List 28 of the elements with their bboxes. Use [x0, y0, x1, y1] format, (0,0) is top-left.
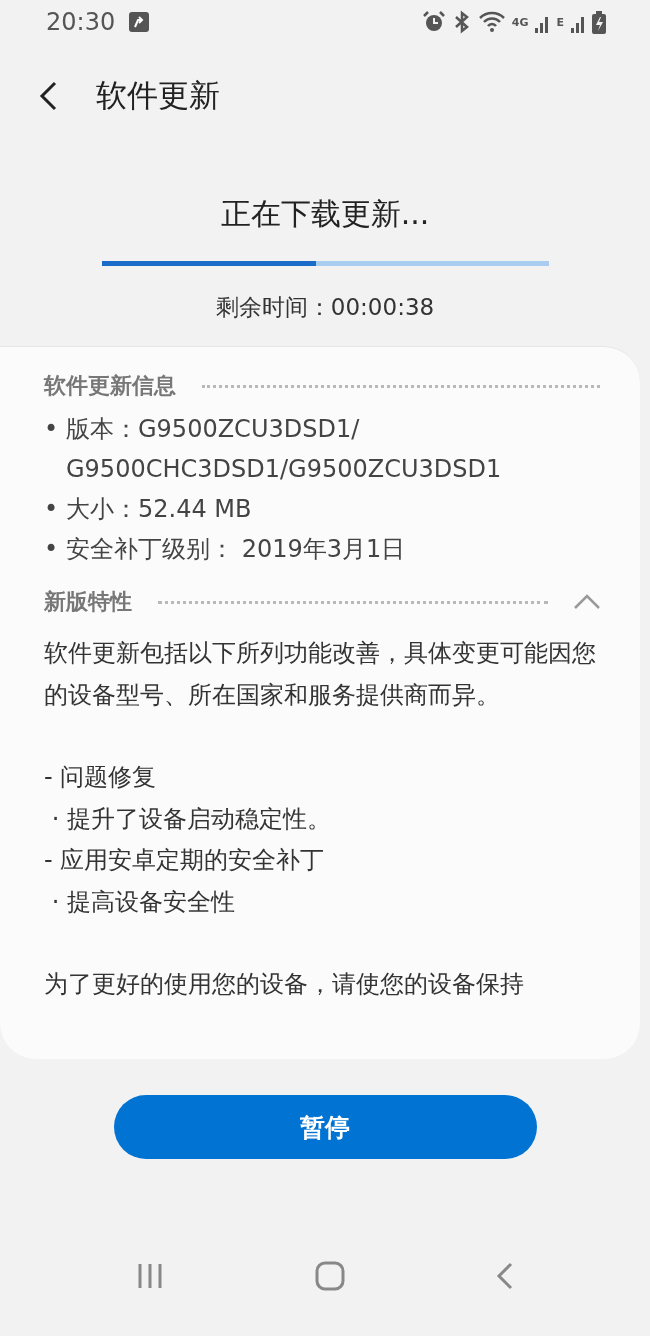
info-text: 安全补丁级别： 2019年3月1日 — [66, 534, 406, 565]
status-time: 20:30 — [46, 8, 116, 36]
feature-line: · 提高设备安全性 — [50, 886, 236, 918]
bullet: • — [44, 494, 56, 525]
page-title: 软件更新 — [96, 76, 220, 115]
section-title: 软件更新信息 — [44, 372, 176, 400]
home-icon[interactable] — [315, 1261, 345, 1291]
section-title: 新版特性 — [44, 588, 132, 616]
network-type-label: 4G — [511, 15, 529, 29]
app-notification-icon — [129, 12, 150, 32]
back-icon[interactable] — [38, 81, 58, 111]
info-text: 大小：52.44 MB — [66, 494, 252, 525]
feature-line: · 提升了设备启动稳定性。 — [50, 803, 332, 835]
battery-charging-icon — [592, 10, 606, 34]
alarm-icon — [421, 10, 446, 34]
wifi-icon — [477, 11, 506, 33]
bullet: • — [44, 534, 56, 565]
info-text: 版本：G9500ZCU3DSD1/ G9500CHC3DSD1/G9500ZCU3DSD1 — [66, 414, 502, 485]
bullet: • — [44, 414, 56, 445]
pause-button[interactable]: 暂停 — [113, 1095, 537, 1159]
feature-line: - 应用安卓定期的安全补丁 — [44, 845, 326, 876]
network-type-label: E — [556, 15, 564, 29]
download-title: 正在下载更新... — [220, 195, 430, 233]
chevron-up-icon[interactable] — [574, 594, 600, 610]
feature-line: - 问题修复 — [44, 762, 158, 793]
features-footer: 为了更好的使用您的设备，请使您的设备保持 — [44, 964, 600, 1006]
features-description: 软件更新包括以下所列功能改善，具体变更可能因您的设备型号、所在国家和服务提供商而异。 — [44, 638, 597, 711]
remaining-time: 剩余时间：00:00:38 — [215, 293, 435, 322]
